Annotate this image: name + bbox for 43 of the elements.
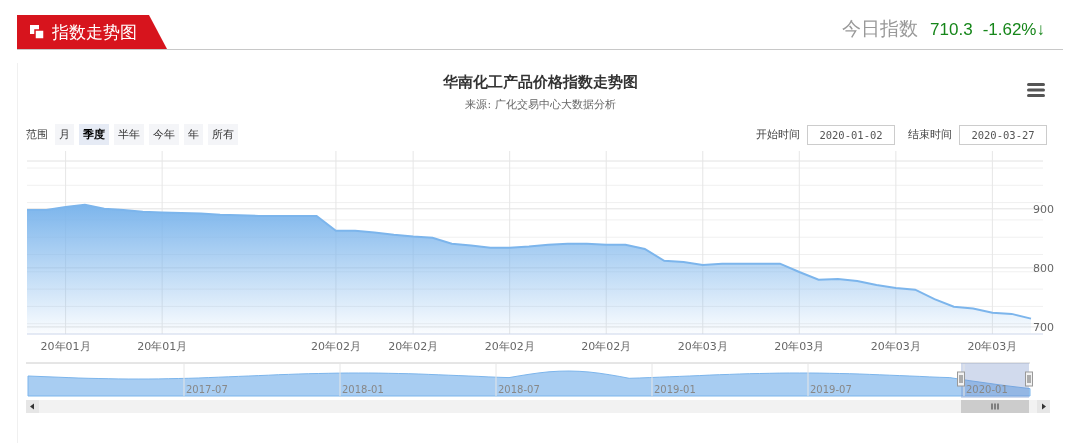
section-title: 指数走势图 (52, 20, 137, 44)
navigator-date-label: 2018-01 (342, 384, 384, 395)
navigator-date-label: 2017-07 (186, 384, 228, 395)
scroll-right-button[interactable] (1037, 400, 1050, 413)
y-axis-label: 900 (1033, 202, 1054, 216)
end-date-field[interactable]: 2020-03-27 (959, 124, 1047, 145)
navigator-date-label: 2018-07 (498, 384, 540, 395)
menu-icon[interactable] (1027, 83, 1045, 97)
range-label: 范围 (26, 127, 48, 142)
range-button[interactable]: 半年 (114, 124, 144, 145)
x-axis-label: 20年01月 (137, 340, 188, 353)
start-time-label: 开始时间 (756, 127, 800, 142)
x-axis-label: 20年02月 (581, 340, 632, 353)
range-button[interactable]: 月 (55, 124, 74, 145)
x-axis-label: 20年03月 (774, 340, 825, 353)
x-axis-label: 20年02月 (388, 340, 439, 353)
navigator-date-label: 2019-01 (654, 384, 696, 395)
navigator-date-label: 2020-01 (966, 384, 1008, 395)
y-axis-label: 800 (1033, 261, 1054, 275)
chart-subtitle: 来源: 广化交易中心大数据分析 (465, 97, 616, 112)
x-axis-label: 20年03月 (677, 340, 728, 353)
today-index-value: 710.3 (930, 20, 973, 40)
chart-title: 华南化工产品价格指数走势图 (443, 73, 638, 92)
scroll-left-button[interactable] (26, 400, 39, 413)
today-index-label: 今日指数 (842, 16, 919, 41)
range-button[interactable]: 年 (184, 124, 203, 145)
navigator-date-label: 2019-07 (810, 384, 852, 395)
x-axis-label: 20年03月 (967, 340, 1018, 353)
navigator-handle[interactable] (1025, 371, 1033, 387)
y-axis-label: 700 (1033, 320, 1054, 334)
x-axis-label: 20年02月 (310, 340, 361, 353)
end-time-label: 结束时间 (908, 127, 952, 142)
range-button[interactable]: 今年 (149, 124, 179, 145)
x-axis-label: 20年01月 (40, 340, 91, 353)
x-axis-label: 20年02月 (484, 340, 535, 353)
squares-icon (30, 25, 44, 39)
range-button[interactable]: 季度 (79, 124, 109, 145)
today-index-change: -1.62%↓ (982, 20, 1045, 40)
range-button[interactable]: 所有 (208, 124, 238, 145)
x-axis-label: 20年03月 (870, 340, 921, 353)
start-date-field[interactable]: 2020-01-02 (807, 124, 895, 145)
navigator-handle[interactable] (957, 371, 965, 387)
scrollbar-thumb[interactable] (961, 400, 1029, 413)
